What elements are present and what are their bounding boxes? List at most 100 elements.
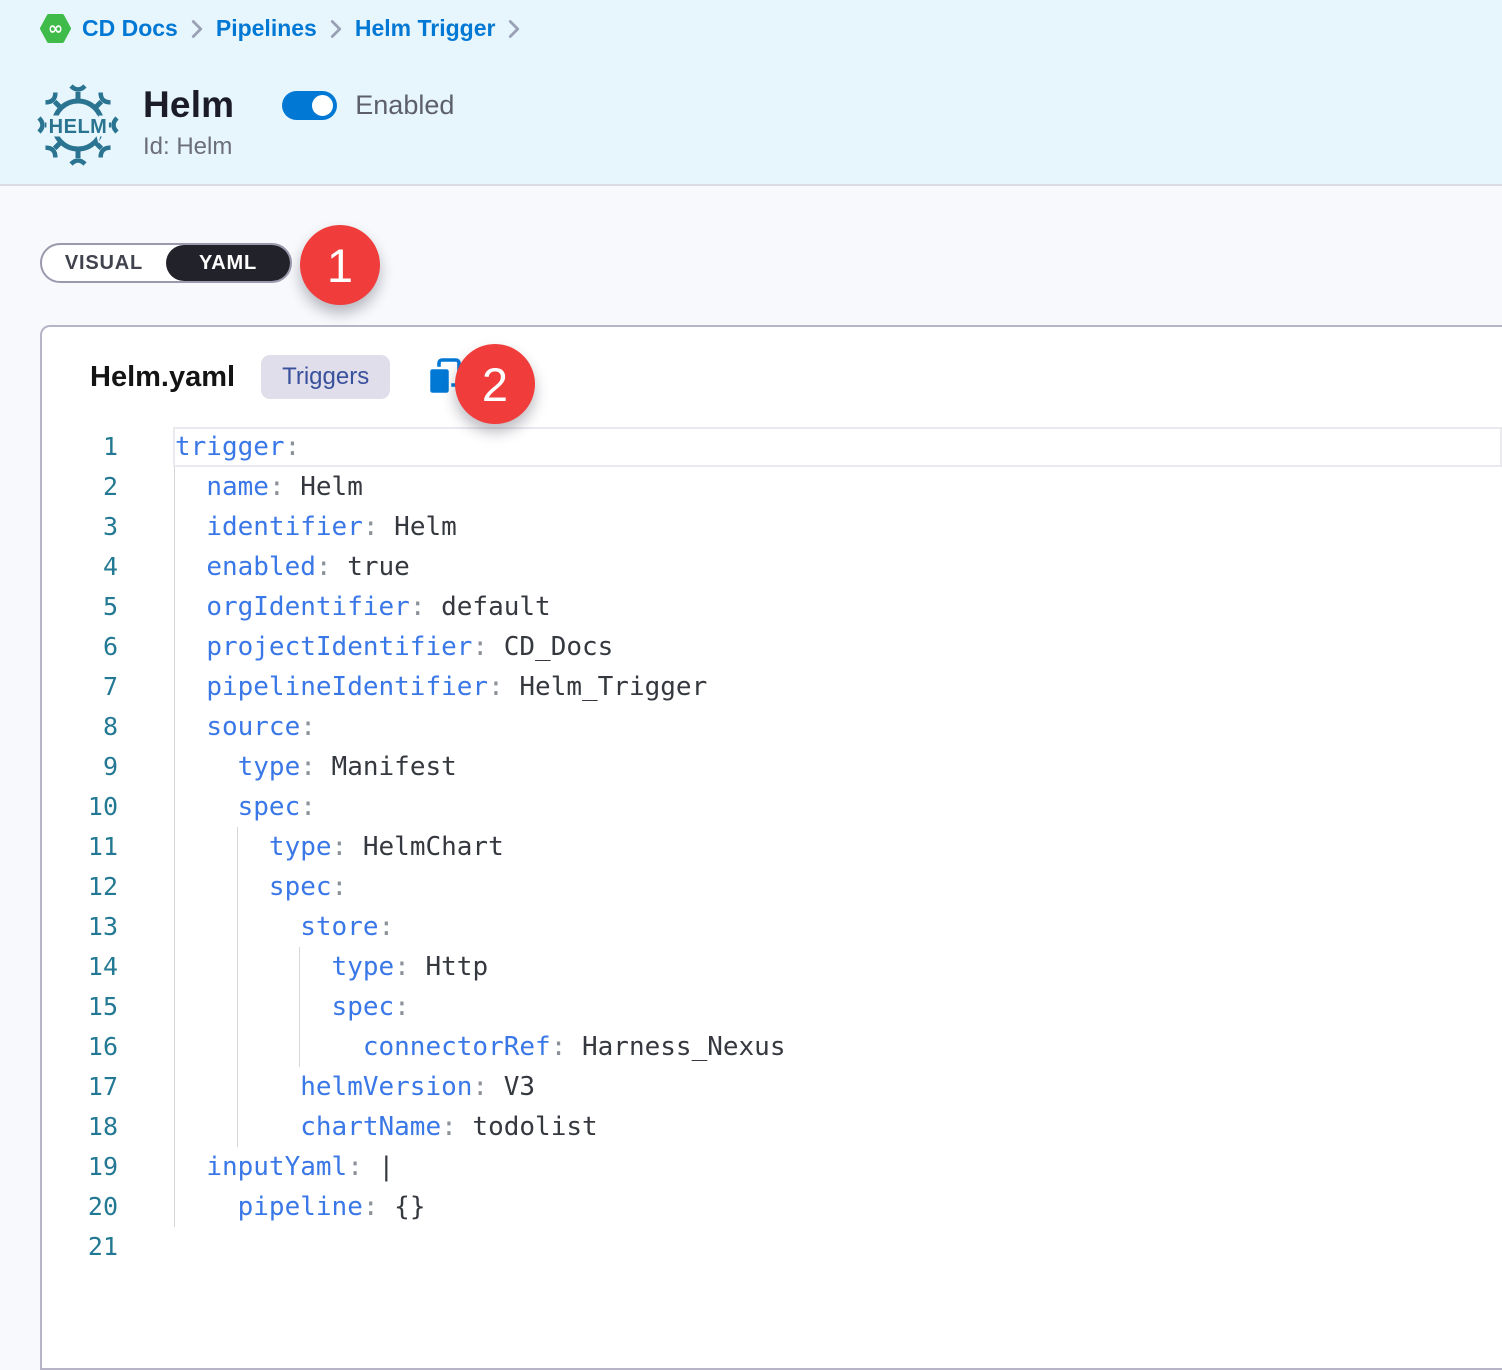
code-line[interactable]: 3 identifier: Helm bbox=[42, 507, 1502, 547]
enabled-label: Enabled bbox=[355, 90, 454, 121]
line-number: 11 bbox=[42, 827, 118, 867]
line-text[interactable]: orgIdentifier: default bbox=[175, 587, 1502, 627]
code-line[interactable]: 4 enabled: true bbox=[42, 547, 1502, 587]
code-line[interactable]: 16 connectorRef: Harness_Nexus bbox=[42, 1027, 1502, 1067]
indent-guide bbox=[174, 1067, 175, 1107]
file-name: Helm.yaml bbox=[90, 361, 235, 394]
breadcrumb-chevron-icon bbox=[506, 19, 522, 39]
line-text[interactable]: projectIdentifier: CD_Docs bbox=[175, 627, 1502, 667]
indent-guide bbox=[237, 1067, 238, 1107]
indent-guide bbox=[237, 987, 238, 1027]
line-number: 4 bbox=[42, 547, 118, 587]
helm-logo-icon: HELM bbox=[36, 80, 120, 170]
line-number: 12 bbox=[42, 867, 118, 907]
code-line[interactable]: 2 name: Helm bbox=[42, 467, 1502, 507]
page-title: Helm bbox=[143, 84, 234, 126]
line-number: 6 bbox=[42, 627, 118, 667]
indent-guide bbox=[299, 947, 300, 987]
enabled-toggle[interactable] bbox=[282, 91, 337, 120]
code-line[interactable]: 20 pipeline: {} bbox=[42, 1187, 1502, 1227]
indent-guide bbox=[299, 1027, 300, 1067]
code-line[interactable]: 14 type: Http bbox=[42, 947, 1502, 987]
line-text[interactable]: helmVersion: V3 bbox=[175, 1067, 1502, 1107]
code-line[interactable]: 5 orgIdentifier: default bbox=[42, 587, 1502, 627]
annotation-badge-1: 1 bbox=[300, 225, 380, 305]
indent-guide bbox=[237, 1107, 238, 1147]
code-line[interactable]: 9 type: Manifest bbox=[42, 747, 1502, 787]
code-line[interactable]: 21 bbox=[42, 1227, 1502, 1267]
code-line[interactable]: 18 chartName: todolist bbox=[42, 1107, 1502, 1147]
trigger-id-label: Id: Helm bbox=[143, 133, 232, 161]
code-line[interactable]: 10 spec: bbox=[42, 787, 1502, 827]
line-number: 21 bbox=[42, 1227, 118, 1267]
line-number: 1 bbox=[42, 427, 118, 467]
tab-visual[interactable]: VISUAL bbox=[42, 245, 166, 281]
line-number: 7 bbox=[42, 667, 118, 707]
line-text[interactable]: type: Manifest bbox=[175, 747, 1502, 787]
indent-guide bbox=[174, 587, 175, 627]
line-text[interactable]: spec: bbox=[175, 987, 1502, 1027]
indent-guide bbox=[174, 507, 175, 547]
code-line[interactable]: 8 source: bbox=[42, 707, 1502, 747]
breadcrumb-chevron-icon bbox=[328, 19, 344, 39]
line-number: 14 bbox=[42, 947, 118, 987]
code-line[interactable]: 17 helmVersion: V3 bbox=[42, 1067, 1502, 1107]
annotation-badge-2: 2 bbox=[455, 344, 535, 424]
indent-guide bbox=[174, 827, 175, 867]
line-text[interactable]: source: bbox=[175, 707, 1502, 747]
breadcrumb: ∞ CD Docs Pipelines Helm Trigger bbox=[40, 13, 522, 44]
line-text[interactable]: trigger: bbox=[175, 427, 1502, 467]
breadcrumb-link-project[interactable]: CD Docs bbox=[82, 15, 178, 42]
indent-guide bbox=[174, 987, 175, 1027]
tab-yaml[interactable]: YAML bbox=[166, 245, 290, 281]
line-text[interactable]: enabled: true bbox=[175, 547, 1502, 587]
line-number: 16 bbox=[42, 1027, 118, 1067]
svg-text:HELM: HELM bbox=[49, 116, 108, 138]
line-number: 18 bbox=[42, 1107, 118, 1147]
code-line[interactable]: 19 inputYaml: | bbox=[42, 1147, 1502, 1187]
code-line[interactable]: 7 pipelineIdentifier: Helm_Trigger bbox=[42, 667, 1502, 707]
line-text[interactable]: type: HelmChart bbox=[175, 827, 1502, 867]
indent-guide bbox=[174, 1027, 175, 1067]
indent-guide bbox=[174, 547, 175, 587]
line-number: 2 bbox=[42, 467, 118, 507]
line-text[interactable]: store: bbox=[175, 907, 1502, 947]
indent-guide bbox=[174, 787, 175, 827]
breadcrumb-link-pipelines[interactable]: Pipelines bbox=[216, 15, 317, 42]
indent-guide bbox=[174, 627, 175, 667]
breadcrumb-link-trigger[interactable]: Helm Trigger bbox=[355, 15, 496, 42]
line-text[interactable] bbox=[175, 1227, 1502, 1267]
line-text[interactable]: inputYaml: | bbox=[175, 1147, 1502, 1187]
code-line[interactable]: 1 trigger: bbox=[42, 427, 1502, 467]
indent-guide bbox=[174, 1147, 175, 1187]
line-number: 20 bbox=[42, 1187, 118, 1227]
line-text[interactable]: pipeline: {} bbox=[175, 1187, 1502, 1227]
breadcrumb-chevron-icon bbox=[189, 19, 205, 39]
page-header: ∞ CD Docs Pipelines Helm Trigger bbox=[0, 0, 1502, 186]
svg-text:∞: ∞ bbox=[48, 18, 63, 39]
line-number: 19 bbox=[42, 1147, 118, 1187]
line-text[interactable]: spec: bbox=[175, 787, 1502, 827]
line-number: 17 bbox=[42, 1067, 118, 1107]
line-text[interactable]: name: Helm bbox=[175, 467, 1502, 507]
line-text[interactable]: type: Http bbox=[175, 947, 1502, 987]
line-text[interactable]: spec: bbox=[175, 867, 1502, 907]
line-number: 5 bbox=[42, 587, 118, 627]
code-line[interactable]: 13 store: bbox=[42, 907, 1502, 947]
indent-guide bbox=[299, 987, 300, 1027]
code-line[interactable]: 12 spec: bbox=[42, 867, 1502, 907]
line-text[interactable]: pipelineIdentifier: Helm_Trigger bbox=[175, 667, 1502, 707]
indent-guide bbox=[237, 907, 238, 947]
code-line[interactable]: 15 spec: bbox=[42, 987, 1502, 1027]
indent-guide bbox=[237, 947, 238, 987]
indent-guide bbox=[174, 707, 175, 747]
code-line[interactable]: 11 type: HelmChart bbox=[42, 827, 1502, 867]
indent-guide bbox=[237, 827, 238, 867]
visual-yaml-switcher: VISUAL YAML bbox=[40, 243, 292, 283]
indent-guide bbox=[174, 947, 175, 987]
line-text[interactable]: chartName: todolist bbox=[175, 1107, 1502, 1147]
indent-guide bbox=[174, 747, 175, 787]
line-text[interactable]: connectorRef: Harness_Nexus bbox=[175, 1027, 1502, 1067]
code-line[interactable]: 6 projectIdentifier: CD_Docs bbox=[42, 627, 1502, 667]
line-text[interactable]: identifier: Helm bbox=[175, 507, 1502, 547]
